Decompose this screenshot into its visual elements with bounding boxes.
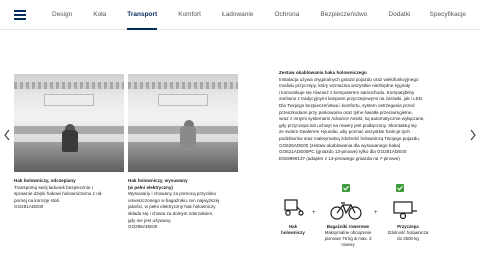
compatibility-bundle: + + Hak holowniczy Bagażniki rowerowe Ma…: [278, 184, 458, 264]
tab-komfort[interactable]: Komfort: [178, 0, 201, 30]
description-title: Zestaw okablowania haka holowniczego: [279, 70, 367, 75]
trailer-hitch-icon: [282, 198, 304, 225]
product-image-retractable-hitch: [128, 74, 238, 172]
bundle-item-text: rowery: [341, 242, 355, 247]
bundle-label-hitch: Hak holowniczy: [278, 224, 308, 236]
product-title: Hak holowniczy, odczepiany: [14, 178, 76, 183]
description-line: gdy przyczepa lub uchwyt na rowery jest …: [279, 122, 417, 128]
plus-sign: +: [374, 210, 378, 216]
product-text-line: składa się i chowa za dolnym zderzakiem,: [128, 210, 214, 216]
tab-kola[interactable]: Koła: [93, 0, 106, 30]
plus-sign: +: [312, 210, 316, 216]
description-code: E919999137 (adapter z 13-pinowego gniazd…: [279, 155, 400, 161]
description-code: GO621ADE00PC (gniazdo 13-pinowe) tylko d…: [279, 149, 407, 155]
product-text-line: jakości, w pełni elektryczny hak holowni…: [128, 204, 216, 210]
bicycle-icon: [330, 200, 362, 225]
description-line: ze swoim Dealerem Hyundai, aby poznać ws…: [279, 129, 410, 135]
tab-ladowanie[interactable]: Ładowanie: [222, 0, 253, 30]
section-tabs: Design Koła Transport Komfort Ładowanie …: [52, 0, 431, 30]
product-text-line: Wysuwany i chowany za pomocą przycisku: [128, 191, 217, 197]
description-line: podzbiorów oraz maksymalną zdolność holo…: [279, 135, 421, 141]
bundle-label-trailer: Przyczepa Zdolność holownicza do 2500 kg: [382, 224, 434, 242]
bundle-label-bike-rack: Bagażniki rowerowe Maksymalne obciążenie…: [320, 224, 376, 248]
product-text-line: Transportuj swój ładunek bezpiecznie i: [14, 184, 93, 190]
product-title: Hak holowniczy, wysuwany: [128, 178, 188, 183]
product-text-line: pornej na korozję stali.: [14, 197, 60, 203]
description-code: GO625ADE00 (zestaw okablowania dla wysuw…: [279, 142, 401, 148]
tab-specyfikacje[interactable]: Specyfikacje: [430, 0, 467, 30]
product-text-line: gdy nie jest używany.: [128, 217, 172, 223]
product-caption-detachable-hitch: Hak holowniczy, odczepiany Transportuj s…: [14, 178, 126, 211]
description-line: modułu przyczepy, który wzmacnia wszystk…: [279, 83, 411, 89]
product-text-line: umieszczonego w bagażniku, ten najwyższe…: [128, 197, 220, 203]
product-code: GO281ADE00: [14, 204, 44, 210]
top-navigation-bar: Design Koła Transport Komfort Ładowanie …: [0, 0, 480, 30]
checkmark-icon: [342, 184, 350, 192]
tab-dodatki[interactable]: Dodatki: [388, 0, 410, 30]
carousel-next-icon[interactable]: [469, 128, 477, 141]
trailer-icon: [390, 200, 418, 225]
product-subtitle: (w pełni elektryczny): [128, 184, 173, 190]
product-code: GO285ADE00: [128, 224, 158, 230]
description-line: wraz z innymi systemami Advance Assist, …: [279, 116, 425, 122]
product-caption-retractable-hitch: Hak holowniczy, wysuwany (w pełni elektr…: [128, 178, 240, 231]
checkmark-icon: [396, 184, 404, 192]
description-line: i komunikuje się również z komputerem sa…: [279, 89, 415, 95]
description-line: Instalacja używa oryginalnych gniazd poj…: [279, 76, 419, 82]
description-line: Dla Twojego bezpieczeństwa i komfortu, s…: [279, 102, 415, 108]
hamburger-menu-icon[interactable]: [14, 10, 26, 20]
description-line: zarówno z tradycyjnymi lampami przyczepo…: [279, 96, 424, 102]
bundle-item-title: holowniczy: [281, 230, 305, 235]
description-line: przeszkodami przy parkowaniu oraz tylne …: [279, 109, 413, 115]
wiring-kit-description: Zestaw okablowania haka holowniczego Ins…: [279, 70, 459, 162]
tab-transport[interactable]: Transport: [127, 0, 157, 30]
tab-bezpieczenstwo[interactable]: Bezpieczeństwo: [320, 0, 367, 30]
product-image-detachable-hitch: [14, 74, 124, 172]
tab-design[interactable]: Design: [52, 0, 72, 30]
carousel-prev-icon[interactable]: [3, 128, 11, 141]
product-text-line: sprawnie dzięki hakowi holowniczemu z od…: [14, 191, 103, 197]
tab-ochrona[interactable]: Ochrona: [274, 0, 299, 30]
bundle-item-text: do 2500 kg: [397, 236, 419, 241]
